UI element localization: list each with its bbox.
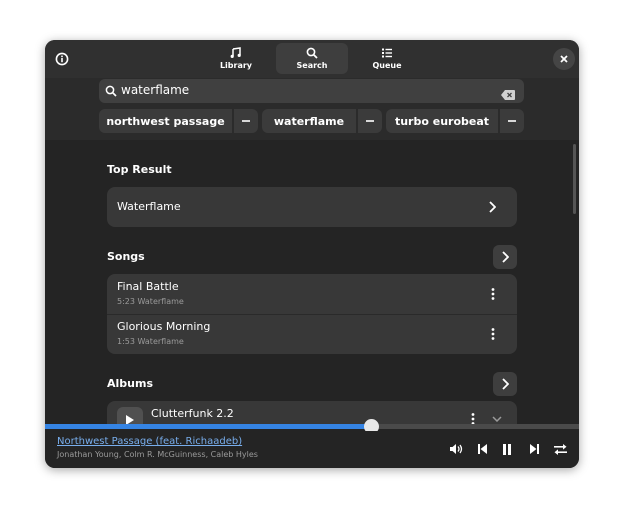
album-card[interactable]: Clutterfunk 2.2	[107, 401, 517, 424]
albums-more-button[interactable]	[493, 372, 517, 396]
top-result-card[interactable]: Waterflame	[107, 187, 517, 227]
seek-fill	[45, 424, 371, 429]
search-icon	[105, 85, 117, 97]
pause-button[interactable]	[498, 440, 516, 458]
info-button[interactable]	[51, 48, 73, 70]
chevron-right-icon	[489, 201, 496, 213]
minus-icon	[366, 120, 374, 122]
history-chip-label: waterflame	[273, 114, 345, 128]
top-result-heading: Top Result	[107, 163, 172, 176]
tab-queue[interactable]: Queue	[351, 43, 423, 74]
list-item[interactable]: Glorious Morning 1:53 Waterflame	[107, 314, 517, 354]
tab-queue-label: Queue	[372, 61, 402, 70]
songs-list: Final Battle 5:23 Waterflame Glorious Mo…	[107, 274, 517, 354]
results-scrollbar[interactable]	[573, 140, 576, 424]
volume-icon	[450, 444, 463, 454]
now-playing-artists: Jonathan Young, Colm R. McGuinness, Cale…	[57, 450, 258, 459]
pause-icon	[503, 443, 511, 455]
queue-list-icon	[382, 48, 392, 58]
song-menu-button[interactable]	[483, 282, 503, 306]
minus-icon	[242, 120, 250, 122]
search-query-text: waterflame	[121, 83, 190, 97]
tab-library[interactable]: Library	[200, 43, 272, 74]
song-subtitle: 5:23 Waterflame	[117, 297, 184, 306]
history-chip-label: turbo eurobeat	[394, 114, 490, 128]
search-results[interactable]: Top Result Waterflame Songs Final Battle…	[45, 140, 579, 424]
search-area: waterflame northwest passage waterflame	[45, 78, 579, 140]
previous-button[interactable]	[473, 440, 491, 458]
repeat-button[interactable]	[551, 440, 569, 458]
songs-heading: Songs	[107, 250, 145, 263]
tab-library-label: Library	[219, 61, 253, 70]
now-playing-title-link[interactable]: Northwest Passage (feat. Richaadeb)	[57, 436, 242, 447]
header-bar: Library Search Queue	[45, 40, 579, 78]
song-title: Final Battle	[117, 280, 179, 293]
history-chip-search[interactable]: turbo eurobeat	[386, 109, 498, 133]
albums-heading: Albums	[107, 377, 153, 390]
minus-icon	[508, 120, 516, 122]
now-playing-bar: Northwest Passage (feat. Richaadeb) Jona…	[45, 431, 579, 468]
top-result-title: Waterflame	[117, 200, 181, 213]
app-window: Library Search Queue waterflame northwes…	[45, 40, 579, 468]
song-subtitle: 1:53 Waterflame	[117, 337, 184, 346]
skip-previous-icon	[477, 444, 487, 454]
history-chip-remove-button[interactable]	[358, 109, 382, 133]
chevron-right-icon	[502, 251, 509, 263]
list-item[interactable]: Final Battle 5:23 Waterflame	[107, 274, 517, 315]
close-icon	[560, 55, 568, 63]
search-icon	[306, 47, 318, 59]
chevron-right-icon	[502, 378, 509, 390]
history-chip-label: northwest passage	[106, 114, 225, 128]
search-input[interactable]: waterflame	[99, 79, 524, 103]
songs-more-button[interactable]	[493, 245, 517, 269]
history-chip-search[interactable]: waterflame	[262, 109, 356, 133]
close-button[interactable]	[553, 48, 575, 70]
history-chip-remove-button[interactable]	[500, 109, 524, 133]
library-music-icon	[230, 47, 241, 58]
backspace-icon	[501, 90, 515, 100]
history-chip-search[interactable]: northwest passage	[99, 109, 232, 133]
history-chip-remove-button[interactable]	[234, 109, 258, 133]
more-vertical-icon	[491, 288, 495, 300]
next-button[interactable]	[525, 440, 543, 458]
volume-button[interactable]	[447, 440, 465, 458]
tab-search-label: Search	[296, 61, 328, 70]
seek-bar[interactable]	[45, 419, 579, 434]
more-vertical-icon	[491, 328, 495, 340]
clear-search-button[interactable]	[501, 85, 517, 100]
tab-search[interactable]: Search	[276, 43, 348, 74]
info-icon	[55, 52, 69, 66]
scrollbar-thumb[interactable]	[573, 144, 576, 214]
repeat-icon	[553, 443, 567, 455]
skip-next-icon	[529, 444, 539, 454]
album-title: Clutterfunk 2.2	[151, 407, 234, 420]
song-title: Glorious Morning	[117, 320, 211, 333]
song-menu-button[interactable]	[483, 322, 503, 346]
